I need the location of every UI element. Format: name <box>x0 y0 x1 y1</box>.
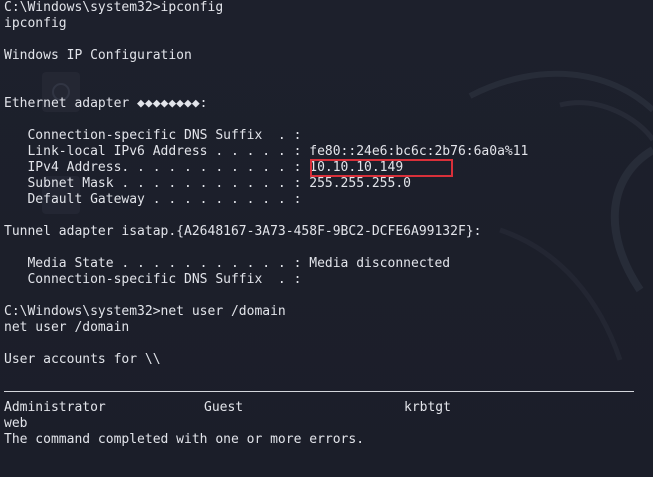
terminal-line: ipconfig <box>4 16 67 31</box>
ipv4-highlight-box <box>310 159 453 177</box>
account-web: web <box>4 416 28 431</box>
terminal-line: C:\Windows\system32>ipconfig <box>4 0 224 15</box>
terminal-line: Ethernet adapter ◆◆◆◆◆◆◆◆: <box>4 96 208 111</box>
command-status: The command completed with one or more e… <box>4 432 365 447</box>
terminal-line: Tunnel adapter isatap.{A2648167-3A73-458… <box>4 224 482 239</box>
terminal-line: Media State . . . . . . . . . . . : Medi… <box>4 256 451 271</box>
output-separator <box>4 391 634 392</box>
terminal-line: C:\Windows\system32>net user /domain <box>4 304 286 319</box>
terminal-window[interactable]: C:\Windows\system32>ipconfig ipconfig Wi… <box>0 0 653 477</box>
terminal-line: Link-local IPv6 Address . . . . . : fe80… <box>4 144 529 159</box>
terminal-line: Default Gateway . . . . . . . . . : <box>4 192 302 207</box>
terminal-line: User accounts for \\ <box>4 352 161 367</box>
account-krbtgt: krbtgt <box>404 400 451 415</box>
terminal-line: Connection-specific DNS Suffix . : <box>4 272 302 287</box>
terminal-line: Subnet Mask . . . . . . . . . . . : 255.… <box>4 176 411 191</box>
terminal-line: Connection-specific DNS Suffix . : <box>4 128 302 143</box>
terminal-line: Windows IP Configuration <box>4 48 192 63</box>
account-guest: Guest <box>204 400 244 415</box>
account-administrator: Administrator <box>4 400 106 415</box>
terminal-line: net user /domain <box>4 320 130 335</box>
